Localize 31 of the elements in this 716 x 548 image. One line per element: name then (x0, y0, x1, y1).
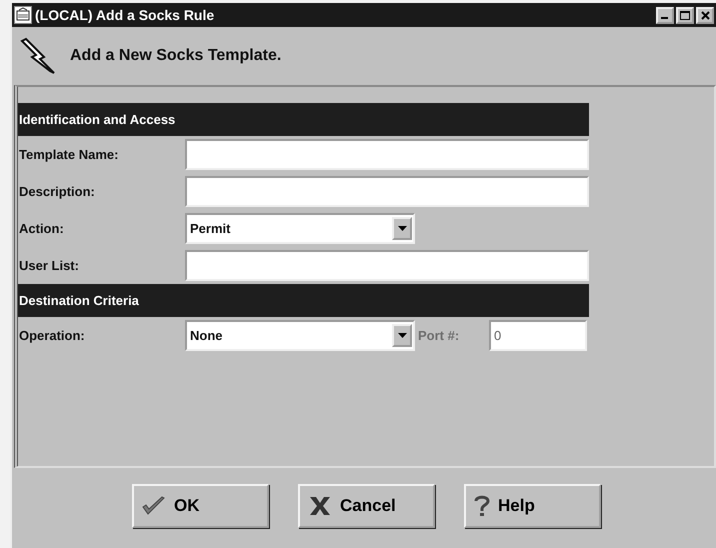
app-icon (14, 6, 32, 24)
dropdown-field[interactable]: Permit (185, 213, 415, 244)
help-icon (474, 495, 490, 517)
section-header: Destination Criteria (18, 284, 589, 317)
header-title: Add a New Socks Template. (70, 46, 282, 66)
ok-button[interactable]: OK (132, 484, 269, 528)
caret-icon (398, 333, 406, 338)
input-field[interactable] (185, 176, 589, 207)
port-label: Port #: (417, 326, 460, 345)
close-button[interactable] (696, 6, 714, 24)
field-label: Template Name: (18, 146, 120, 164)
window-title: (LOCAL) Add a Socks Rule (35, 6, 214, 25)
dropdown-field[interactable]: None (185, 320, 415, 351)
field-label: Operation: (18, 326, 86, 345)
input-field[interactable] (185, 250, 589, 281)
maximize-button[interactable] (676, 6, 694, 24)
maximize-icon (680, 10, 690, 20)
check-icon (142, 496, 166, 516)
caret-icon (398, 226, 406, 231)
section-header: Identification and Access (18, 103, 589, 136)
cancel-icon (308, 496, 332, 516)
minimize-button[interactable] (656, 6, 674, 24)
field-label: User List: (18, 256, 80, 275)
close-icon (700, 10, 710, 20)
dropdown-button[interactable] (392, 324, 412, 347)
input-field[interactable] (185, 139, 589, 170)
dropdown-button[interactable] (392, 217, 412, 240)
field-label: Action: (18, 220, 65, 238)
help-button[interactable]: Help (464, 484, 601, 528)
field-label: Description: (18, 182, 96, 201)
cancel-button[interactable]: Cancel (298, 484, 435, 528)
